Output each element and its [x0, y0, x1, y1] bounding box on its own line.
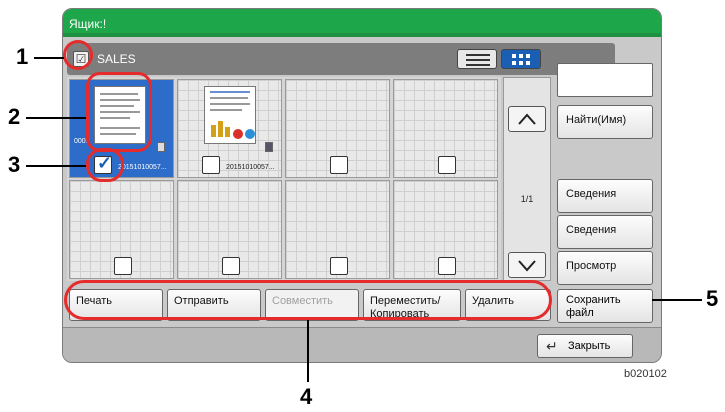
callout-number-3: 3 — [8, 152, 21, 177]
folder-bar: ☑ SALES — [67, 43, 615, 75]
file-checkbox[interactable] — [330, 156, 348, 174]
callout-line-3 — [26, 165, 86, 167]
file-name: 20151010057... — [226, 164, 275, 171]
empty-tile — [285, 180, 390, 279]
status-bar: ↵ Закрыть — [63, 327, 661, 362]
file-name: 20151010057... — [118, 164, 167, 171]
page-indicator: 1/1 — [520, 194, 534, 204]
callout-ring-1 — [63, 40, 93, 70]
thumbnail-view-button[interactable] — [501, 49, 541, 69]
file-checkbox[interactable] — [202, 156, 220, 174]
empty-tile — [177, 180, 282, 279]
grid-icon-dot — [526, 61, 530, 65]
file-tile[interactable]: 20151010057... — [177, 79, 282, 178]
callout-line-5 — [652, 299, 702, 301]
window-title: Ящик:! — [63, 9, 661, 33]
list-view-button[interactable] — [457, 49, 497, 69]
callout-ring-3 — [86, 148, 124, 182]
empty-tile — [69, 180, 174, 279]
grid-icon — [512, 54, 516, 58]
color-bar — [210, 91, 250, 93]
chart-bar — [225, 127, 230, 137]
save-file-button[interactable]: Сохранить файл — [557, 289, 653, 323]
close-button[interactable]: ↵ Закрыть — [537, 334, 633, 358]
search-input[interactable] — [557, 63, 653, 97]
details-button-2[interactable]: Сведения — [557, 215, 653, 249]
preview-button[interactable]: Просмотр — [557, 251, 653, 285]
details-button[interactable]: Сведения — [557, 179, 653, 213]
file-checkbox[interactable] — [438, 257, 456, 275]
empty-tile — [393, 180, 498, 279]
list-icon — [466, 54, 490, 56]
grid-icon-dot — [526, 54, 530, 58]
grid-icon-dot — [512, 61, 516, 65]
file-checkbox[interactable] — [330, 257, 348, 275]
chart-pie — [245, 129, 255, 139]
page-scroller: 1/1 — [503, 77, 551, 281]
callout-ring-4 — [64, 280, 552, 320]
text-line — [210, 97, 248, 99]
find-by-name-button[interactable]: Найти(Имя) — [557, 105, 653, 139]
callout-number-5: 5 — [706, 286, 719, 311]
scroll-down-button[interactable] — [508, 252, 546, 278]
close-label: Закрыть — [568, 340, 611, 352]
title-underline — [63, 33, 661, 37]
callout-number-2: 2 — [8, 104, 21, 129]
grid-icon-dot — [519, 61, 523, 65]
chart-bar — [218, 121, 223, 137]
document-thumbnail — [204, 86, 256, 144]
text-line — [210, 109, 242, 111]
file-checkbox[interactable] — [438, 156, 456, 174]
chart-bar — [211, 125, 216, 137]
figure-id: b020102 — [624, 368, 667, 380]
list-icon-line — [466, 59, 490, 61]
file-checkbox[interactable] — [114, 257, 132, 275]
chart-pie — [233, 129, 243, 139]
callout-line-1 — [34, 57, 64, 59]
folder-name: SALES — [97, 52, 136, 66]
list-icon-line — [466, 64, 490, 66]
text-line — [210, 103, 250, 105]
empty-tile — [393, 79, 498, 178]
grid-icon-dot — [519, 54, 523, 58]
empty-tile — [285, 79, 390, 178]
callout-number-1: 1 — [16, 44, 29, 69]
scroll-up-button[interactable] — [508, 106, 546, 132]
callout-number-4: 4 — [300, 384, 313, 409]
callout-line-2 — [26, 117, 86, 119]
chevron-up-icon — [518, 113, 536, 125]
chevron-down-icon — [518, 260, 536, 272]
file-checkbox[interactable] — [222, 257, 240, 275]
document-icon — [157, 142, 165, 152]
callout-line-4 — [307, 320, 309, 382]
document-icon — [265, 142, 273, 152]
callout-ring-2 — [86, 72, 152, 152]
return-arrow-icon: ↵ — [546, 338, 558, 354]
